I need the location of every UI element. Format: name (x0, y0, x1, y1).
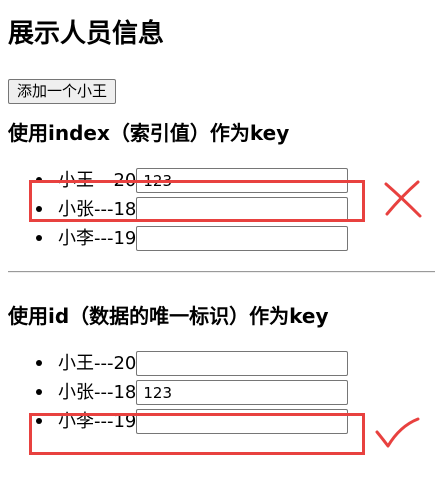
list-item: 小王---20 (8, 349, 435, 378)
bullet-icon (36, 389, 42, 395)
cross-mark-icon (384, 180, 422, 218)
horizontal-rule (8, 271, 435, 273)
bullet-icon (36, 235, 42, 241)
id-key-heading: 使用id（数据的唯一标识）作为key (8, 304, 329, 328)
index-key-heading: 使用index（索引值）作为key (8, 121, 290, 145)
check-mark-icon (375, 417, 420, 448)
highlight-box-id (29, 413, 365, 455)
person-input[interactable] (136, 351, 349, 376)
add-xiaowang-button[interactable]: 添加一个小王 (8, 79, 117, 104)
list-item: 小李---19 (8, 224, 435, 253)
list-item: 小张---18 (8, 378, 435, 407)
page-title: 展示人员信息 (8, 19, 165, 49)
check-stroke (375, 417, 420, 448)
person-input[interactable] (136, 380, 349, 405)
person-label: 小李---19 (58, 228, 137, 249)
bullet-icon (36, 360, 42, 366)
person-input[interactable] (136, 226, 349, 251)
highlight-box-index (29, 180, 365, 222)
person-label: 小王---20 (58, 353, 137, 374)
person-label: 小张---18 (58, 382, 137, 403)
